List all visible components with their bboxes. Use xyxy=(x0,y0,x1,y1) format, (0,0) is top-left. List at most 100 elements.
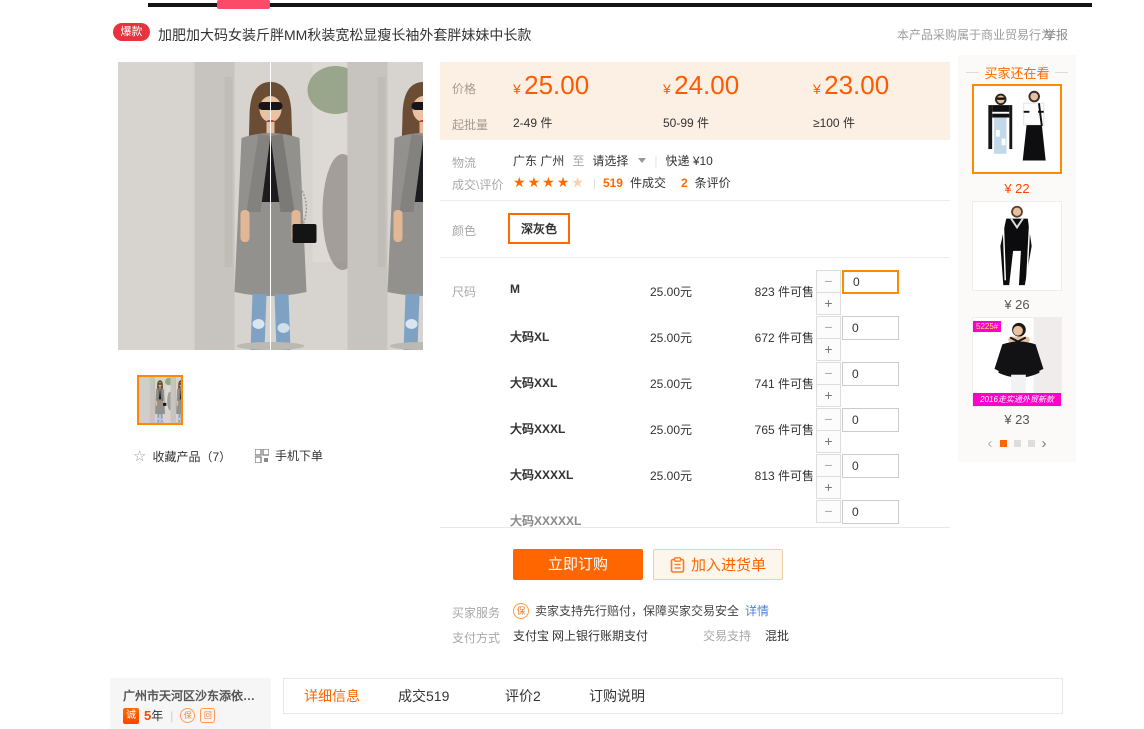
sku-stock: 765 件可售 xyxy=(734,421,814,438)
page-dot-2[interactable] xyxy=(1014,440,1021,447)
divider: | xyxy=(170,709,173,723)
plus-button[interactable]: + xyxy=(816,292,841,315)
next-arrow-icon[interactable]: › xyxy=(1042,436,1047,451)
divider xyxy=(1055,72,1068,73)
tab-detail-info[interactable]: 详细信息 xyxy=(304,679,360,713)
star-icon: ★ xyxy=(571,174,586,190)
mobile-order[interactable]: 手机下单 xyxy=(255,447,323,464)
add-to-cart-button[interactable]: 加入进货单 xyxy=(653,549,783,580)
quantity-input[interactable] xyxy=(842,362,899,386)
favorite-label[interactable]: 收藏产品（7） xyxy=(152,448,231,465)
minus-button[interactable]: − xyxy=(816,408,841,431)
payment-method-ebank[interactable]: 网上银行 xyxy=(552,627,600,644)
divider-line xyxy=(440,257,950,258)
minus-button[interactable]: − xyxy=(816,316,841,339)
sku-name: 大码XXXXL xyxy=(510,466,573,483)
seller-name[interactable]: 广州市天河区沙东添依服... xyxy=(123,687,261,704)
minus-button[interactable]: − xyxy=(816,454,841,477)
yen-sign: ¥ xyxy=(513,81,521,97)
mobile-order-label[interactable]: 手机下单 xyxy=(275,447,323,464)
yen-sign: ¥ xyxy=(663,81,671,97)
tier-price: 23.00 xyxy=(824,70,889,100)
page-dot-1[interactable] xyxy=(1000,440,1007,447)
tab-transactions[interactable]: 成交519 xyxy=(398,679,449,713)
thumbnail-photo xyxy=(139,377,181,423)
deals-row: ★★★★★ | 519 件成交 2 条评价 xyxy=(513,174,731,191)
top-progress-thumb[interactable] xyxy=(217,0,270,9)
quantity-input[interactable] xyxy=(842,270,899,294)
sku-row: 大码XL 25.00元 672 件可售 − + xyxy=(508,316,948,362)
favorite-star-icon[interactable]: ☆ xyxy=(133,447,146,465)
sku-price: 25.00元 xyxy=(650,467,692,484)
payment-method-alipay[interactable]: 支付宝 xyxy=(513,627,549,644)
tab-reviews[interactable]: 评价2 xyxy=(505,679,541,713)
quantity-input[interactable] xyxy=(842,316,899,340)
product-photo xyxy=(118,62,423,350)
plus-button[interactable]: + xyxy=(816,338,841,361)
page-dot-3[interactable] xyxy=(1028,440,1035,447)
divider-line xyxy=(440,527,950,528)
quantity-input[interactable] xyxy=(842,454,899,478)
star-icon: ★ xyxy=(528,174,543,190)
seller-card: 广州市天河区沙东添依服... 诚 5年 | 保 回 xyxy=(110,678,271,729)
prev-arrow-icon[interactable]: ‹ xyxy=(988,436,993,451)
product-main-image[interactable] xyxy=(118,62,423,350)
sku-price: 25.00元 xyxy=(650,421,692,438)
review-count[interactable]: 2 xyxy=(681,176,688,190)
plus-button[interactable]: + xyxy=(816,430,841,453)
quantity-input[interactable] xyxy=(842,408,899,432)
related-product-2[interactable] xyxy=(972,201,1062,291)
detail-tabs: 详细信息 成交519 评价2 订购说明 xyxy=(283,678,1063,714)
related-product-1[interactable] xyxy=(972,84,1062,174)
minus-button[interactable]: − xyxy=(816,500,841,523)
clipboard-icon xyxy=(670,557,685,573)
minus-button[interactable]: − xyxy=(816,362,841,385)
seller-years-suffix: 年 xyxy=(151,709,163,723)
color-option-selected[interactable]: 深灰色 xyxy=(508,213,570,244)
related-product-3[interactable]: 5225# 2016走实通外贸新款 xyxy=(972,317,1062,407)
product-thumbnail[interactable] xyxy=(137,375,183,425)
plus-button[interactable]: + xyxy=(816,476,841,499)
quantity-stepper: − + xyxy=(816,408,900,454)
sku-stock: 813 件可售 xyxy=(734,467,814,484)
add-to-cart-label: 加入进货单 xyxy=(691,554,766,575)
sku-list: M 25.00元 823 件可售 − + 大码XL 25.00元 672 件可售… xyxy=(508,270,948,527)
divider: | xyxy=(654,154,657,168)
price-panel: 价格 起批量 ¥ 25.00 ¥ 24.00 ¥ 23.00 2-49 件 50… xyxy=(440,62,950,140)
seller-cert-icon: 回 xyxy=(200,708,215,723)
sidebar-pagination: ‹ › xyxy=(958,436,1076,451)
tier-price: 25.00 xyxy=(524,70,589,100)
report-link[interactable]: 举报 xyxy=(1044,26,1068,43)
product-banner: 2016走实通外贸新款 xyxy=(973,393,1061,406)
service-detail-link[interactable]: 详情 xyxy=(745,602,769,619)
tier-qty-2: 50-99 件 xyxy=(663,114,709,131)
minus-button[interactable]: − xyxy=(816,270,841,293)
sku-stock: 823 件可售 xyxy=(734,283,814,300)
quantity-stepper: − + xyxy=(816,270,900,316)
quantity-input[interactable] xyxy=(842,500,899,524)
related-product-price: ¥ 26 xyxy=(972,297,1062,312)
sku-row: M 25.00元 823 件可售 − + xyxy=(508,270,948,316)
star-rating: ★★★★★ xyxy=(513,174,586,191)
order-now-button[interactable]: 立即订购 xyxy=(513,549,643,580)
favorite-product[interactable]: ☆ 收藏产品（7） xyxy=(133,447,231,465)
destination-select[interactable]: 请选择 xyxy=(592,152,628,169)
related-product-price: ¥ 22 xyxy=(972,181,1062,196)
sold-count[interactable]: 519 xyxy=(603,176,623,190)
chevron-down-icon[interactable] xyxy=(638,158,646,163)
tier-price: 24.00 xyxy=(674,70,739,100)
divider: | xyxy=(593,176,596,190)
sku-stock: 672 件可售 xyxy=(734,329,814,346)
payment-method-credit[interactable]: 账期支付 xyxy=(600,627,648,644)
moq-label: 起批量 xyxy=(452,116,488,133)
ship-from: 广东 广州 xyxy=(513,152,564,169)
sku-name: 大码XXXL xyxy=(510,420,565,437)
logistics-label: 物流 xyxy=(452,154,476,171)
star-icon: ★ xyxy=(513,174,528,190)
plus-button[interactable]: + xyxy=(816,384,841,407)
quantity-stepper: − + xyxy=(816,454,900,500)
seller-badges: 诚 5年 | 保 回 xyxy=(123,707,215,724)
sku-name: 大码XXXXXL xyxy=(510,512,581,527)
size-label: 尺码 xyxy=(452,283,476,300)
tab-order-notes[interactable]: 订购说明 xyxy=(589,679,645,713)
